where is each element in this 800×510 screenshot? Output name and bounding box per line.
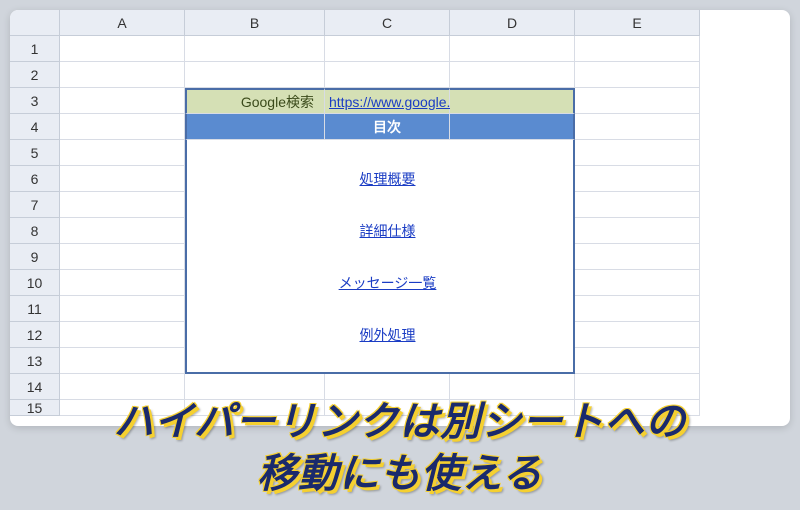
col-header-A[interactable]: A [60, 10, 185, 36]
row-header-7[interactable]: 7 [10, 192, 60, 218]
cell-A10[interactable] [60, 270, 185, 296]
cell-D3[interactable] [450, 88, 575, 114]
cell-B8[interactable] [185, 218, 325, 244]
cell-A1[interactable] [60, 36, 185, 62]
toc-link-overview[interactable]: 処理概要 [360, 169, 416, 189]
cell-D4[interactable] [450, 114, 575, 140]
cell-C8[interactable]: 詳細仕様 [325, 218, 450, 244]
cell-E8[interactable] [575, 218, 700, 244]
cell-D9[interactable] [450, 244, 575, 270]
col-header-B[interactable]: B [185, 10, 325, 36]
cell-A5[interactable] [60, 140, 185, 166]
cell-C9[interactable] [325, 244, 450, 270]
cell-A3[interactable] [60, 88, 185, 114]
toc-link-exception[interactable]: 例外処理 [360, 325, 416, 345]
cell-A9[interactable] [60, 244, 185, 270]
row-header-8[interactable]: 8 [10, 218, 60, 244]
row-header-2[interactable]: 2 [10, 62, 60, 88]
cell-E6[interactable] [575, 166, 700, 192]
cell-C2[interactable] [325, 62, 450, 88]
cell-E11[interactable] [575, 296, 700, 322]
cell-E5[interactable] [575, 140, 700, 166]
cell-B10[interactable] [185, 270, 325, 296]
cell-D7[interactable] [450, 192, 575, 218]
cell-A2[interactable] [60, 62, 185, 88]
spreadsheet-grid: A B C D E 1 2 3 Google検索 https://www.goo… [10, 10, 790, 426]
cell-A12[interactable] [60, 322, 185, 348]
cell-B6[interactable] [185, 166, 325, 192]
cell-D10[interactable] [450, 270, 575, 296]
col-header-E[interactable]: E [575, 10, 700, 36]
col-header-D[interactable]: D [450, 10, 575, 36]
cell-B2[interactable] [185, 62, 325, 88]
cell-D2[interactable] [450, 62, 575, 88]
overlay-line-1: ハイパーリンクは別シートへの [0, 396, 800, 448]
cell-E4[interactable] [575, 114, 700, 140]
cell-C5[interactable] [325, 140, 450, 166]
row-header-4[interactable]: 4 [10, 114, 60, 140]
google-search-label: Google検索 [241, 92, 314, 112]
cell-B11[interactable] [185, 296, 325, 322]
cell-B7[interactable] [185, 192, 325, 218]
cell-B9[interactable] [185, 244, 325, 270]
cell-D6[interactable] [450, 166, 575, 192]
toc-heading: 目次 [373, 117, 401, 137]
cell-E7[interactable] [575, 192, 700, 218]
row-header-6[interactable]: 6 [10, 166, 60, 192]
row-header-10[interactable]: 10 [10, 270, 60, 296]
cell-E10[interactable] [575, 270, 700, 296]
cell-D5[interactable] [450, 140, 575, 166]
cell-A6[interactable] [60, 166, 185, 192]
cell-E1[interactable] [575, 36, 700, 62]
cell-E13[interactable] [575, 348, 700, 374]
row-header-1[interactable]: 1 [10, 36, 60, 62]
cell-C12[interactable]: 例外処理 [325, 322, 450, 348]
cell-E9[interactable] [575, 244, 700, 270]
cell-C13[interactable] [325, 348, 450, 374]
cell-E3[interactable] [575, 88, 700, 114]
cell-A13[interactable] [60, 348, 185, 374]
cell-D11[interactable] [450, 296, 575, 322]
cell-B5[interactable] [185, 140, 325, 166]
cell-B3[interactable]: Google検索 [185, 88, 325, 114]
cell-C6[interactable]: 処理概要 [325, 166, 450, 192]
cell-B13[interactable] [185, 348, 325, 374]
row-header-13[interactable]: 13 [10, 348, 60, 374]
cell-E2[interactable] [575, 62, 700, 88]
grid-container: A B C D E 1 2 3 Google検索 https://www.goo… [10, 10, 790, 426]
cell-B12[interactable] [185, 322, 325, 348]
row-header-11[interactable]: 11 [10, 296, 60, 322]
row-header-5[interactable]: 5 [10, 140, 60, 166]
row-header-9[interactable]: 9 [10, 244, 60, 270]
overlay-caption: ハイパーリンクは別シートへの 移動にも使える [0, 396, 800, 500]
cell-C3[interactable]: https://www.google.co.jp/ [325, 88, 450, 114]
cell-E12[interactable] [575, 322, 700, 348]
cell-C7[interactable] [325, 192, 450, 218]
cell-C10[interactable]: メッセージ一覧 [325, 270, 450, 296]
select-all-corner[interactable] [10, 10, 60, 36]
cell-A7[interactable] [60, 192, 185, 218]
cell-A8[interactable] [60, 218, 185, 244]
cell-D8[interactable] [450, 218, 575, 244]
row-header-3[interactable]: 3 [10, 88, 60, 114]
cell-C4[interactable]: 目次 [325, 114, 450, 140]
cell-D1[interactable] [450, 36, 575, 62]
toc-link-detail-spec[interactable]: 詳細仕様 [360, 221, 416, 241]
cell-B1[interactable] [185, 36, 325, 62]
cell-D13[interactable] [450, 348, 575, 374]
col-header-C[interactable]: C [325, 10, 450, 36]
cell-C11[interactable] [325, 296, 450, 322]
row-header-12[interactable]: 12 [10, 322, 60, 348]
cell-A4[interactable] [60, 114, 185, 140]
cell-A11[interactable] [60, 296, 185, 322]
cell-C1[interactable] [325, 36, 450, 62]
overlay-line-2: 移動にも使える [0, 448, 800, 500]
cell-D12[interactable] [450, 322, 575, 348]
cell-B4[interactable] [185, 114, 325, 140]
toc-link-message-list[interactable]: メッセージ一覧 [339, 273, 437, 293]
